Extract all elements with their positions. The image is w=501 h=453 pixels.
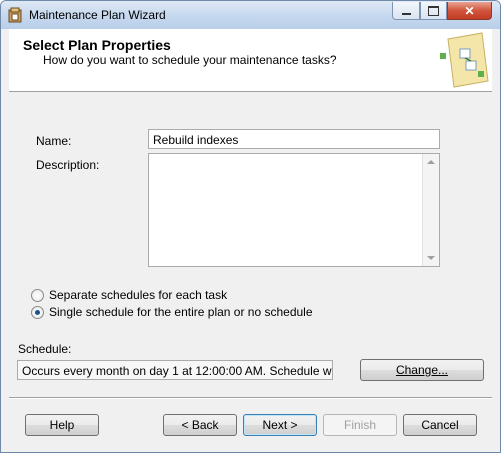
description-textarea[interactable] — [148, 153, 440, 267]
close-icon: ✕ — [464, 3, 475, 18]
scroll-up-icon[interactable] — [427, 160, 435, 164]
single-schedule-radio[interactable] — [31, 306, 44, 319]
schedule-label: Schedule: — [18, 342, 72, 356]
page-title: Select Plan Properties — [23, 37, 171, 53]
wizard-window: Maintenance Plan Wizard ✕ Select Plan Pr… — [0, 0, 501, 453]
next-button[interactable]: Next > — [243, 414, 317, 436]
change-schedule-button[interactable]: Change... — [360, 359, 484, 381]
title-bar[interactable]: Maintenance Plan Wizard ✕ — [1, 1, 500, 29]
back-button[interactable]: < Back — [163, 414, 237, 436]
maintenance-plan-icon — [440, 32, 489, 88]
description-label: Description: — [36, 158, 100, 172]
page-subtitle: How do you want to schedule your mainten… — [43, 53, 337, 67]
separate-schedules-label[interactable]: Separate schedules for each task — [49, 288, 227, 302]
scroll-down-icon[interactable] — [427, 256, 435, 260]
wizard-body: Name: Rebuild indexes Description: Separ… — [9, 92, 492, 388]
separate-schedules-radio[interactable] — [31, 289, 44, 302]
minimize-button[interactable] — [392, 2, 420, 20]
help-button[interactable]: Help — [25, 414, 99, 436]
maximize-button[interactable] — [420, 2, 447, 20]
name-input[interactable]: Rebuild indexes — [148, 129, 440, 149]
finish-button: Finish — [323, 414, 397, 436]
cancel-button[interactable]: Cancel — [403, 414, 477, 436]
name-input-value: Rebuild indexes — [153, 133, 239, 147]
description-scrollbar[interactable] — [422, 154, 439, 266]
close-button[interactable]: ✕ — [447, 2, 492, 20]
app-wizard-icon — [8, 7, 22, 23]
window-title: Maintenance Plan Wizard — [29, 8, 166, 22]
wizard-header: Select Plan Properties How do you want t… — [9, 29, 492, 92]
single-schedule-label[interactable]: Single schedule for the entire plan or n… — [49, 305, 313, 319]
maximize-icon — [428, 5, 439, 16]
schedule-value: Occurs every month on day 1 at 12:00:00 … — [22, 364, 332, 378]
footer-separator — [9, 397, 492, 399]
minimize-icon — [401, 12, 411, 15]
name-label: Name: — [36, 134, 72, 148]
schedule-readonly-field: Occurs every month on day 1 at 12:00:00 … — [17, 360, 333, 380]
